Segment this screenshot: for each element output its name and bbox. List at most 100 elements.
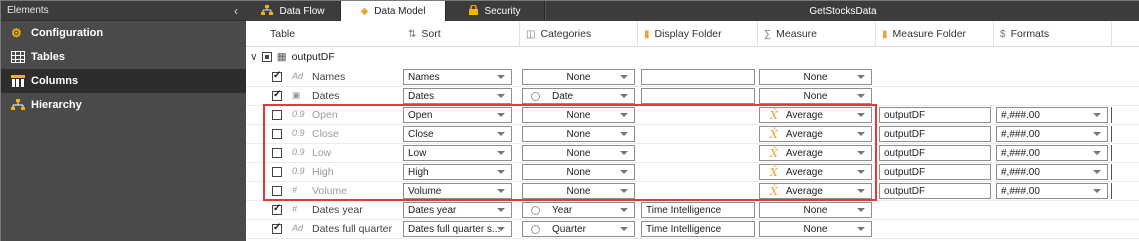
- include-checkbox[interactable]: [272, 129, 282, 139]
- column-name: Close: [312, 128, 339, 140]
- measure-folder-field[interactable]: outputDF: [879, 164, 991, 180]
- category-value: None: [566, 166, 591, 178]
- header-categories[interactable]: ◫ Categories: [520, 21, 638, 47]
- sidebar-item-columns[interactable]: Columns: [1, 69, 246, 93]
- format-select[interactable]: #,###.00: [996, 145, 1108, 161]
- chevron-down-icon[interactable]: ∨: [250, 51, 258, 63]
- sort-select[interactable]: High: [403, 164, 512, 180]
- chevron-down-icon: [1093, 189, 1101, 193]
- column-divider: [1111, 183, 1112, 199]
- tab-data-model[interactable]: ◆ Data Model: [341, 1, 446, 21]
- sort-select[interactable]: Low: [403, 145, 512, 161]
- sidebar-item-configuration[interactable]: ⚙ Configuration: [1, 21, 246, 45]
- sort-select[interactable]: Close: [403, 126, 512, 142]
- sort-select[interactable]: Dates year: [403, 202, 512, 218]
- include-checkbox[interactable]: [272, 110, 282, 120]
- header-formats[interactable]: $ Formats: [994, 21, 1112, 47]
- measure-folder-field[interactable]: outputDF: [879, 126, 991, 142]
- chevron-left-icon[interactable]: ‹: [234, 4, 238, 18]
- sidebar-item-tables[interactable]: Tables: [1, 45, 246, 69]
- measure-folder-value: outputDF: [884, 128, 926, 140]
- category-select[interactable]: None: [522, 183, 635, 199]
- measure-select[interactable]: None: [759, 202, 872, 218]
- include-checkbox[interactable]: [272, 70, 282, 82]
- header-measure-folder[interactable]: ▮ Measure Folder: [876, 21, 994, 47]
- sort-value: Open: [408, 109, 433, 121]
- sidebar-title: Elements: [7, 5, 49, 16]
- display-folder-field[interactable]: Time Intelligence: [641, 221, 755, 237]
- category-select[interactable]: None: [522, 145, 635, 161]
- table-tree-node[interactable]: ∨ ▦ outputDF: [250, 51, 335, 63]
- sort-select[interactable]: Dates: [403, 88, 512, 104]
- display-folder-field[interactable]: [641, 69, 755, 85]
- type-icon: #: [292, 204, 298, 214]
- sort-select[interactable]: Volume: [403, 183, 512, 199]
- chevron-down-icon: [497, 227, 505, 231]
- measure-folder-field[interactable]: outputDF: [879, 183, 991, 199]
- chevron-down-icon: [620, 113, 628, 117]
- category-value: Date: [552, 90, 574, 102]
- format-select[interactable]: #,###.00: [996, 107, 1108, 123]
- header-label: Measure: [776, 28, 817, 40]
- category-select[interactable]: None: [522, 69, 635, 85]
- column-name: High: [312, 166, 334, 178]
- category-select[interactable]: None: [522, 164, 635, 180]
- measure-select[interactable]: X̄ Average: [759, 183, 872, 199]
- folder-icon: ▮: [644, 28, 650, 40]
- include-checkbox[interactable]: [272, 203, 282, 215]
- measure-select[interactable]: X̄ Average: [759, 126, 872, 142]
- header-sort[interactable]: ⇅ Sort: [402, 21, 520, 47]
- category-select[interactable]: Quarter: [522, 221, 635, 237]
- sort-select[interactable]: Open: [403, 107, 512, 123]
- header-display-folder[interactable]: ▮ Display Folder: [638, 21, 758, 47]
- tab-data-flow[interactable]: Data Flow: [246, 1, 341, 21]
- display-folder-field[interactable]: [641, 88, 755, 104]
- measure-folder-field[interactable]: outputDF: [879, 107, 991, 123]
- measure-folder-field[interactable]: outputDF: [879, 145, 991, 161]
- format-select[interactable]: #,###.00: [996, 183, 1108, 199]
- display-folder-field[interactable]: Time Intelligence: [641, 202, 755, 218]
- sort-select[interactable]: Dates full quarter s...: [403, 221, 512, 237]
- measure-select[interactable]: X̄ Average: [759, 145, 872, 161]
- type-icon: 0.9: [292, 147, 305, 157]
- chevron-down-icon: [1093, 170, 1101, 174]
- measure-select[interactable]: X̄ Average: [759, 107, 872, 123]
- measure-select[interactable]: None: [759, 221, 872, 237]
- header-table[interactable]: Table: [264, 21, 404, 47]
- sort-value: Dates full quarter s...: [408, 223, 501, 235]
- include-checkbox[interactable]: [272, 186, 282, 196]
- header-measure[interactable]: ∑ Measure: [758, 21, 876, 47]
- top-tab-bar: Data Flow ◆ Data Model Security GetStock…: [246, 1, 1139, 21]
- format-select[interactable]: #,###.00: [996, 126, 1108, 142]
- measure-select[interactable]: None: [759, 69, 872, 85]
- elements-sidebar: Elements ‹ ⚙ Configuration Tables Column…: [1, 1, 246, 241]
- app-window: Elements ‹ ⚙ Configuration Tables Column…: [0, 0, 1139, 241]
- chevron-down-icon: [620, 75, 628, 79]
- include-checkbox[interactable]: [272, 89, 282, 101]
- include-checkbox[interactable]: [272, 148, 282, 158]
- header-label: Formats: [1010, 28, 1050, 40]
- gear-icon: ⚙: [11, 26, 22, 40]
- average-icon: X̄: [770, 127, 778, 141]
- measure-select[interactable]: X̄ Average: [759, 164, 872, 180]
- chevron-down-icon: [497, 151, 505, 155]
- measure-value: Average: [785, 109, 823, 121]
- sort-select[interactable]: Names: [403, 69, 512, 85]
- sidebar-item-hierarchy[interactable]: Hierarchy: [1, 93, 246, 117]
- chevron-down-icon: [620, 151, 628, 155]
- measure-select[interactable]: None: [759, 88, 872, 104]
- header-label: Display Folder: [654, 28, 722, 40]
- columns-icon: [11, 75, 25, 87]
- table-row: # Volume Volume None X̄ Average outputDF #,###.…: [246, 182, 1139, 201]
- include-checkbox[interactable]: [272, 222, 282, 234]
- category-select[interactable]: None: [522, 126, 635, 142]
- category-select[interactable]: None: [522, 107, 635, 123]
- include-checkbox[interactable]: [272, 167, 282, 177]
- table-select-checkbox[interactable]: [261, 52, 272, 62]
- format-select[interactable]: #,###.00: [996, 164, 1108, 180]
- column-divider: [1111, 126, 1112, 142]
- category-select[interactable]: Date: [522, 88, 635, 104]
- category-select[interactable]: Year: [522, 202, 635, 218]
- format-value: #,###.00: [1001, 166, 1040, 178]
- tab-security[interactable]: Security: [446, 1, 545, 21]
